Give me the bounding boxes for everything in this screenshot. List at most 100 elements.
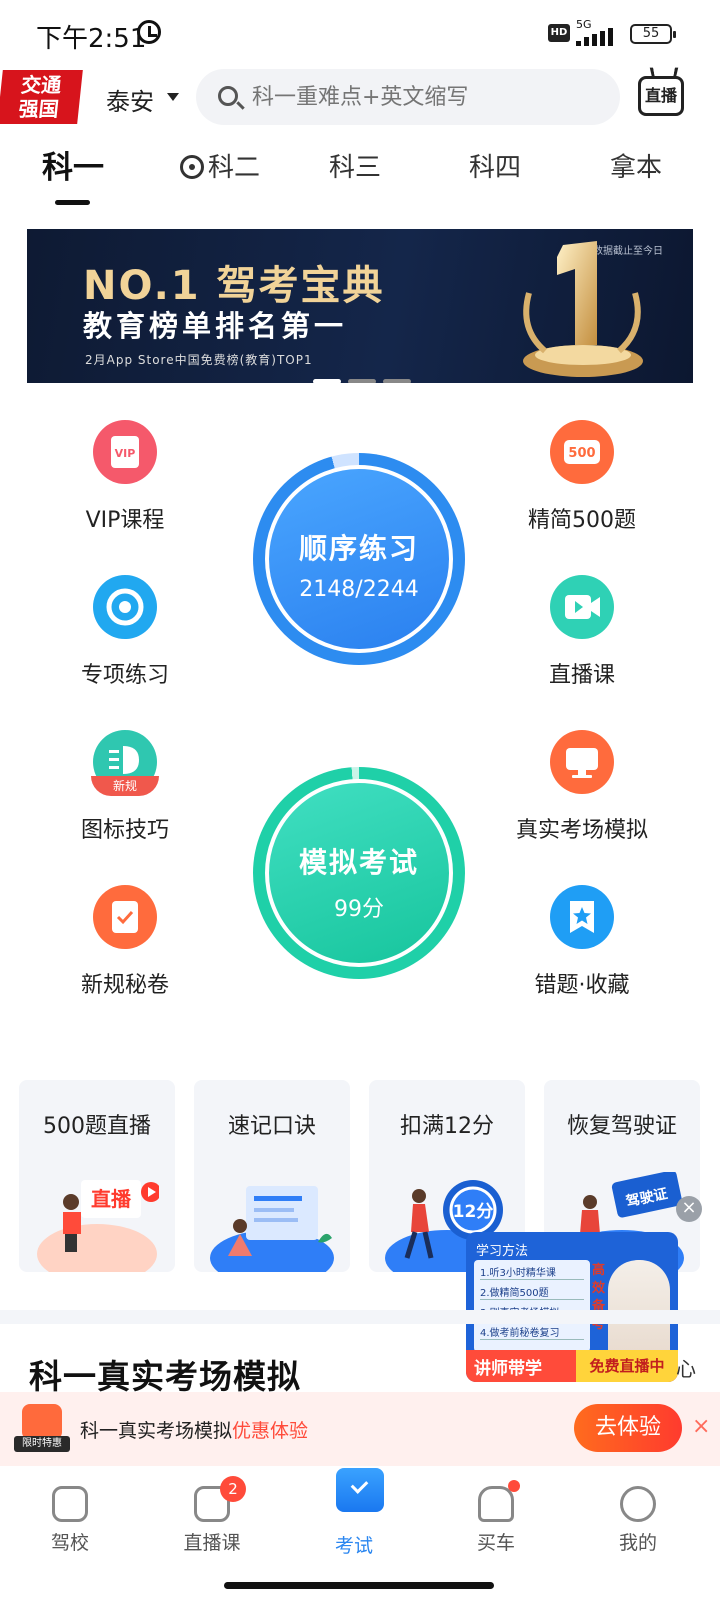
try-now-button[interactable]: 去体验 (574, 1404, 682, 1452)
nav-label: 直播课 (183, 1532, 241, 1554)
close-icon[interactable]: × (692, 1414, 710, 1439)
tab-underline (55, 200, 90, 205)
card-500-live[interactable]: 500题直播 直播 (19, 1080, 175, 1272)
promo-banner[interactable]: 数据截止至今日 NO.1 驾考宝典 教育榜单排名第一 2月App Store中国… (27, 229, 693, 383)
video-icon (550, 575, 614, 639)
sequential-practice-button[interactable]: 顺序练习 2148/2244 (253, 453, 465, 665)
practice-ring-inner: 顺序练习 2148/2244 (265, 465, 453, 653)
grid-special-practice[interactable]: 专项练习 (25, 575, 225, 689)
nav-label: 考试 (334, 1535, 373, 1557)
section-divider (0, 1310, 720, 1324)
nav-profile[interactable]: 我的 (578, 1466, 698, 1555)
peek-text: 心 (676, 1357, 696, 1381)
hd-icon: HD (548, 24, 570, 42)
signal-icon (576, 28, 622, 46)
svg-text:VIP: VIP (115, 447, 136, 460)
instructor-avatar (608, 1260, 670, 1352)
promo-text: 科一真实考场模拟优惠体验 (80, 1420, 309, 1442)
section-title: 科一真实考场模拟 (29, 1357, 301, 1396)
grid-label: 直播课 (548, 663, 615, 688)
steering-wheel-icon (179, 155, 204, 179)
nav-live-course[interactable]: 2 直播课 (152, 1466, 272, 1555)
grid-label: 精简500题 (528, 508, 636, 533)
city-selector[interactable]: 泰安 (106, 82, 154, 117)
nav-driving-school[interactable]: 驾校 (10, 1466, 130, 1555)
alarm-icon (137, 20, 161, 44)
card-title: 扣满12分 (400, 1114, 494, 1139)
card-title: 恢复驾驶证 (566, 1114, 677, 1139)
status-time: 下午2:51 (36, 24, 147, 54)
grid-label: 图标技巧 (80, 818, 169, 843)
app-logo: 交通 强国 (0, 70, 83, 124)
exam-folder-icon[interactable] (336, 1468, 384, 1512)
car-icon (478, 1486, 514, 1522)
close-icon[interactable]: × (676, 1196, 702, 1222)
grid-label: 错题·收藏 (534, 973, 630, 998)
battery-icon: 55 (630, 24, 676, 44)
limited-offer-tag: 限时特惠 (14, 1436, 70, 1452)
card-title: 500题直播 (43, 1114, 151, 1139)
grid-vip-course[interactable]: VIP VIP课程 (25, 420, 225, 534)
promo-footer: 讲师带学 免费直播中 (466, 1350, 678, 1382)
500-icon: 500 (550, 420, 614, 484)
tab-ke4[interactable]: 科四 (460, 150, 530, 200)
tab-ke3[interactable]: 科三 (320, 150, 390, 200)
notification-dot (508, 1480, 520, 1492)
live-illustration: 直播 (37, 1180, 159, 1272)
practice-title: 顺序练习 (298, 532, 419, 565)
grid-new-rules-paper[interactable]: 新规秘卷 (25, 885, 225, 999)
search-input[interactable] (252, 69, 602, 125)
promo-right-label: 免费直播中 (576, 1350, 678, 1382)
gift-icon (22, 1404, 62, 1440)
clipboard-icon (93, 885, 157, 949)
exam-ring-inner: 模拟考试 99分 (265, 779, 453, 967)
grid-live-course[interactable]: 直播课 (482, 575, 682, 689)
nav-label: 我的 (618, 1532, 657, 1554)
grid-500-questions[interactable]: 500 精简500题 (482, 420, 682, 534)
vip-icon: VIP (93, 420, 157, 484)
grid-label: 专项练习 (80, 663, 169, 688)
promo-left-label: 讲师带学 (474, 1359, 542, 1379)
grid-label: 新规秘卷 (80, 973, 169, 998)
floating-live-promo[interactable]: 学习方法 1.听3小时精华课 2.做精简500题 3.刷真实考场模拟 4.做考前… (466, 1232, 678, 1382)
status-bar: 下午2:51 HD 5G 55 (0, 0, 720, 64)
target-icon (93, 575, 157, 639)
svg-text:500: 500 (568, 446, 595, 461)
home-indicator (224, 1582, 494, 1589)
tab-ke2[interactable]: 科二 (170, 150, 270, 200)
card-mnemonics[interactable]: 速记口诀 (194, 1080, 350, 1272)
grid-wrong-favorites[interactable]: 错题·收藏 (482, 885, 682, 999)
notification-badge: 2 (220, 1476, 246, 1502)
grid-sign-tips[interactable]: 新规 图标技巧 (25, 730, 225, 844)
study-steps: 1.听3小时精华课 2.做精简500题 3.刷真实考场模拟 4.做考前秘卷复习 (474, 1260, 590, 1352)
banner-footnote: 2月App Store中国免费榜(教育)TOP1 (85, 353, 313, 367)
nav-label: 驾校 (50, 1532, 89, 1554)
grid-label: VIP课程 (85, 508, 165, 533)
grid-label: 真实考场模拟 (515, 818, 648, 843)
exam-title: 模拟考试 (298, 846, 419, 879)
practice-progress: 2148/2244 (299, 577, 419, 602)
promo-bar[interactable]: 限时特惠 科一真实考场模拟优惠体验 去体验 × (0, 1392, 720, 1466)
search-bar[interactable] (196, 69, 620, 125)
nav-buy-car[interactable]: 买车 (436, 1466, 556, 1555)
new-badge: 新规 (91, 776, 159, 796)
carousel-dots (313, 369, 418, 383)
banner-subline: 教育榜单排名第一 (83, 309, 348, 343)
monitor-icon (550, 730, 614, 794)
live-tv-button[interactable]: 直播 (638, 76, 684, 116)
svg-text:直播: 直播 (91, 1187, 132, 1211)
card-title: 速记口诀 (227, 1114, 316, 1139)
document-icon (52, 1486, 88, 1522)
subject-tabs: 科一 科二 科三 科四 拿本 (0, 150, 720, 212)
mock-exam-button[interactable]: 模拟考试 99分 (253, 767, 465, 979)
tab-ke1[interactable]: 科一 (38, 150, 108, 200)
header: 交通强国 泰安 直播 (0, 64, 720, 132)
promo-title: 学习方法 (476, 1244, 529, 1259)
trophy-icon (523, 241, 643, 377)
caret-down-icon[interactable] (167, 93, 179, 101)
grid-real-exam-sim[interactable]: 真实考场模拟 (482, 730, 682, 844)
tab-naben[interactable]: 拿本 (601, 150, 671, 200)
svg-text:12分: 12分 (453, 1202, 494, 1222)
headlight-icon: 新规 (91, 730, 159, 796)
exam-score: 99分 (334, 897, 384, 922)
